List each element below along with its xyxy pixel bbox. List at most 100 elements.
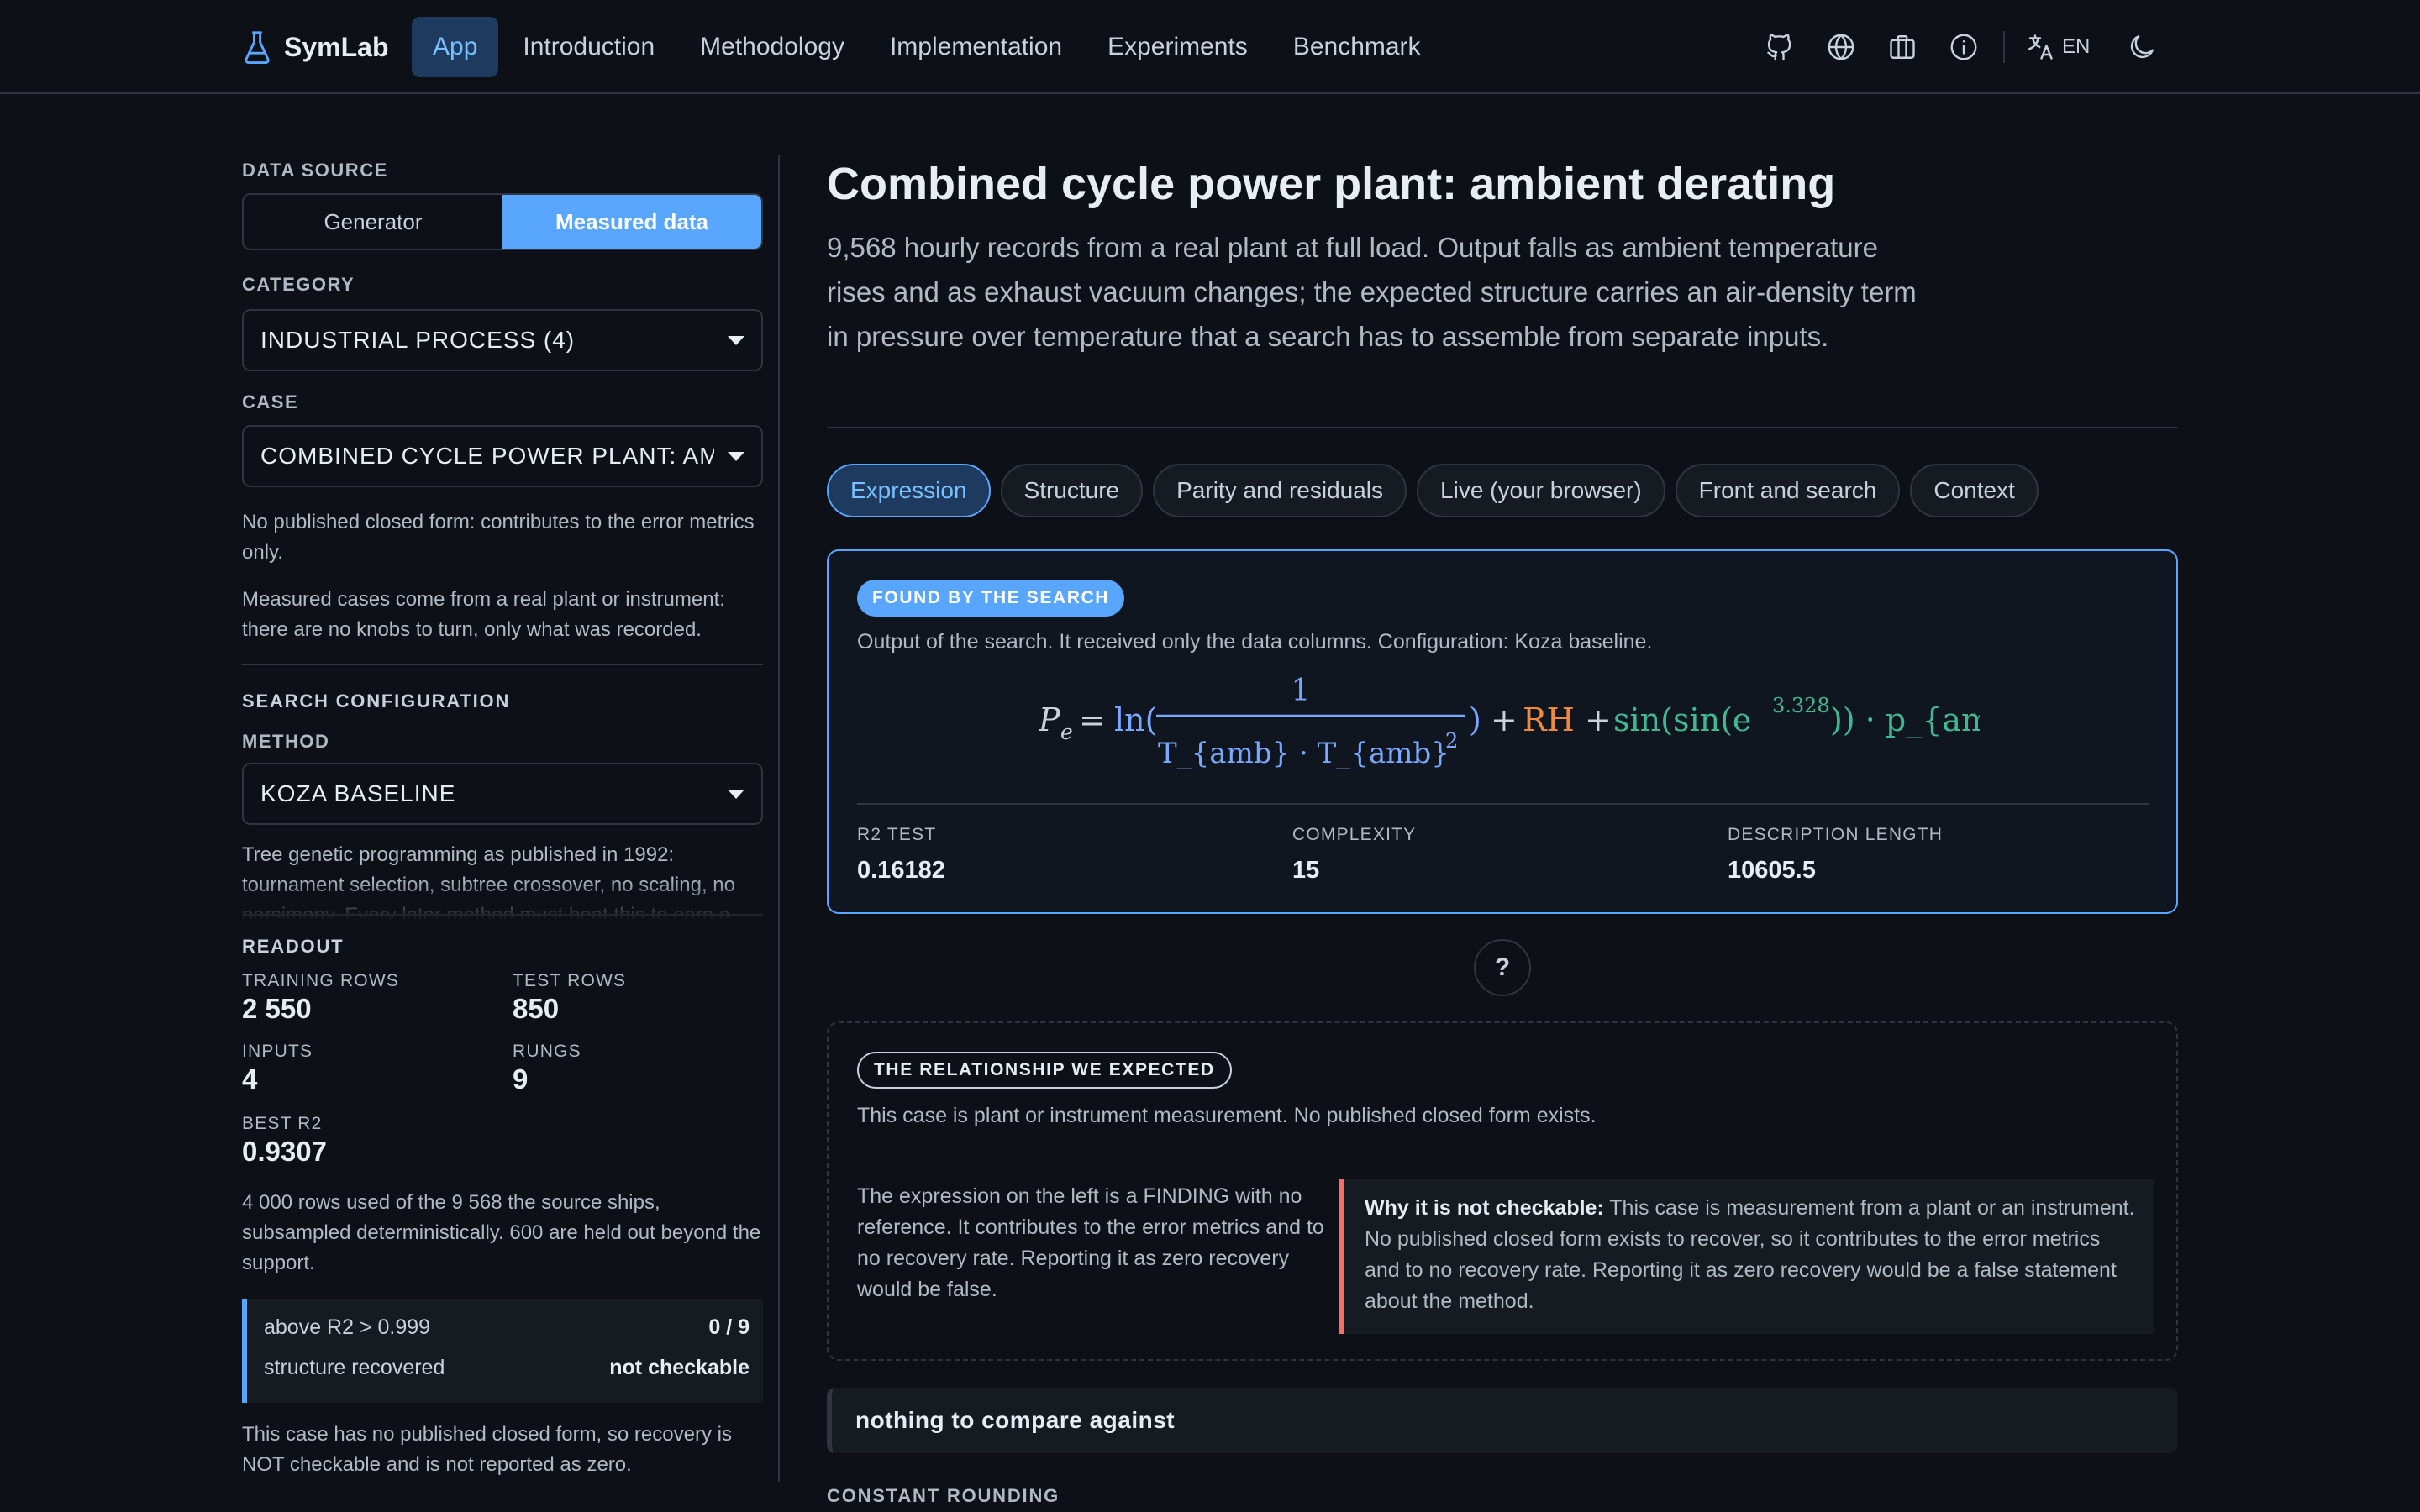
formula-sin-part: sin(sin(e [1613, 701, 1751, 738]
category-select[interactable]: INDUSTRIAL PROCESS (4) [242, 309, 763, 371]
nav-link-benchmark[interactable]: Benchmark [1272, 17, 1442, 77]
recovery-callout: above R2 > 0.999 0 / 9 structure recover… [242, 1299, 763, 1403]
nav-link-implementation[interactable]: Implementation [869, 17, 1083, 77]
test-rows-value: 850 [513, 993, 560, 1024]
structure-label: structure recovered [264, 1355, 445, 1379]
info-icon[interactable] [1945, 29, 1982, 66]
metric-r2-test: R2 TEST 0.16182 [857, 825, 945, 885]
metric-label: COMPLEXITY [1292, 825, 1417, 844]
nav-link-app[interactable]: App [412, 17, 499, 77]
constant-rounding-label: CONSTANT ROUNDING [827, 1485, 1060, 1506]
readout-training-rows: TRAINING ROWS 2 550 [242, 971, 399, 1025]
briefcase-icon[interactable] [1884, 29, 1921, 66]
metric-value: 15 [1292, 857, 1320, 884]
method-value: KOZA BASELINE [260, 780, 456, 806]
tab-context[interactable]: Context [1910, 464, 2039, 517]
formula-equals: = [1079, 701, 1106, 738]
found-expression-card: FOUND BY THE SEARCH Output of the search… [827, 549, 2178, 914]
readout-label: READOUT [242, 936, 345, 957]
nav-links: App Introduction Methodology Implementat… [412, 17, 1442, 77]
metrics-divider [857, 803, 2149, 805]
rungs-value: 9 [513, 1063, 529, 1095]
method-label: METHOD [242, 731, 330, 752]
page-title: Combined cycle power plant: ambient dera… [827, 159, 1836, 209]
github-icon[interactable] [1761, 29, 1798, 66]
top-navbar: SymLab App Introduction Methodology Impl… [0, 0, 2420, 94]
nav-icons: EN [1761, 25, 2185, 69]
category-value: INDUSTRIAL PROCESS (4) [260, 327, 576, 353]
tab-live[interactable]: Live (your browser) [1417, 464, 1665, 517]
threshold-value: 0 / 9 [708, 1315, 750, 1339]
nav-link-methodology[interactable]: Methodology [679, 17, 865, 77]
case-label: CASE [242, 391, 299, 412]
case-select[interactable]: COMBINED CYCLE POWER PLANT: AMB [242, 425, 763, 487]
nav-link-experiments[interactable]: Experiments [1086, 17, 1269, 77]
language-switcher[interactable]: EN [2025, 32, 2090, 62]
not-checkable-callout: Why it is not checkable: This case is me… [1339, 1179, 2154, 1334]
closed-form-note: No published closed form: contributes to… [242, 511, 755, 564]
chevron-down-icon [728, 335, 744, 345]
metric-value: 10605.5 [1728, 857, 1816, 884]
flask-icon [245, 31, 270, 64]
case-value: COMBINED CYCLE POWER PLANT: AMB [260, 443, 714, 469]
formula-plus-2: + [1585, 701, 1612, 738]
moon-icon[interactable] [2123, 29, 2160, 66]
expected-badge: THE RELATIONSHIP WE EXPECTED [857, 1052, 1232, 1089]
tab-structure[interactable]: Structure [1000, 464, 1144, 517]
help-button[interactable]: ? [1474, 939, 1531, 996]
chevron-down-icon [728, 789, 744, 799]
search-config-label: SEARCH CONFIGURATION [242, 690, 511, 711]
tab-front-search[interactable]: Front and search [1675, 464, 1901, 517]
rungs-label: RUNGS [513, 1042, 581, 1061]
tab-bar: Expression Structure Parity and residual… [827, 464, 2039, 517]
readout-rungs: RUNGS 9 [513, 1042, 581, 1095]
formula-denominator: T_{amb} · T_{amb} [1158, 737, 1449, 770]
metric-description-length: DESCRIPTION LENGTH 10605.5 [1728, 825, 1943, 885]
training-rows-label: TRAINING ROWS [242, 971, 400, 990]
callout-row-structure: structure recovered not checkable [264, 1347, 750, 1388]
finding-explanation: The expression on the left is a FINDING … [857, 1184, 1324, 1301]
nav-link-introduction[interactable]: Introduction [502, 17, 676, 77]
measured-data-option[interactable]: Measured data [502, 195, 761, 249]
category-label: CATEGORY [242, 274, 355, 295]
metric-label: R2 TEST [857, 825, 937, 844]
formula-lhs-sub: e [1060, 720, 1073, 744]
formula-exponent: 3.328 [1772, 694, 1830, 717]
expression-formula: P e = ln( 1 T_{amb} · T_{amb} 2 ) + RH +… [1039, 675, 1980, 770]
formula-ln: ln( [1114, 701, 1157, 738]
not-checkable-heading: Why it is not checkable: [1365, 1196, 1604, 1220]
page-description: 9,568 hourly records from a real plant a… [827, 232, 1917, 352]
inputs-label: INPUTS [242, 1042, 313, 1061]
sidebar-divider [242, 914, 763, 916]
expected-relationship-card: THE RELATIONSHIP WE EXPECTED This case i… [827, 1021, 2178, 1361]
nothing-to-compare-banner: nothing to compare against [827, 1388, 2178, 1453]
threshold-label: above R2 > 0.999 [264, 1315, 431, 1339]
callout-row-threshold: above R2 > 0.999 0 / 9 [264, 1307, 750, 1347]
translate-icon [2028, 34, 2053, 60]
formula-plus: + [1491, 701, 1518, 738]
footer-note: This case has no published closed form, … [242, 1423, 732, 1476]
language-code: EN [2062, 35, 2091, 58]
generator-option[interactable]: Generator [244, 195, 502, 249]
best-r2-value: 0.9307 [242, 1136, 327, 1167]
method-select[interactable]: KOZA BASELINE [242, 763, 763, 825]
inputs-value: 4 [242, 1063, 258, 1095]
brand[interactable]: SymLab [242, 25, 388, 69]
formula-close: ) [1469, 701, 1481, 738]
data-source-label: DATA SOURCE [242, 160, 388, 181]
training-rows-value: 2 550 [242, 993, 312, 1024]
formula-sin-close: )) · p_{amb} [1830, 701, 1980, 739]
tab-parity-residuals[interactable]: Parity and residuals [1153, 464, 1407, 517]
brand-name: SymLab [284, 31, 389, 62]
tab-expression[interactable]: Expression [827, 464, 991, 517]
structure-value: not checkable [609, 1355, 750, 1379]
sidebar-divider [242, 664, 763, 665]
expected-note: This case is plant or instrument measure… [857, 1104, 1597, 1127]
metric-complexity: COMPLEXITY 15 [1292, 825, 1416, 885]
found-badge: FOUND BY THE SEARCH [857, 580, 1125, 617]
sidebar-divider-vertical [778, 155, 780, 1482]
globe-icon[interactable] [1823, 29, 1860, 66]
formula-rh: RH [1523, 701, 1575, 738]
data-source-toggle: Generator Measured data [242, 193, 763, 250]
formula-lhs: P [1039, 701, 1061, 738]
